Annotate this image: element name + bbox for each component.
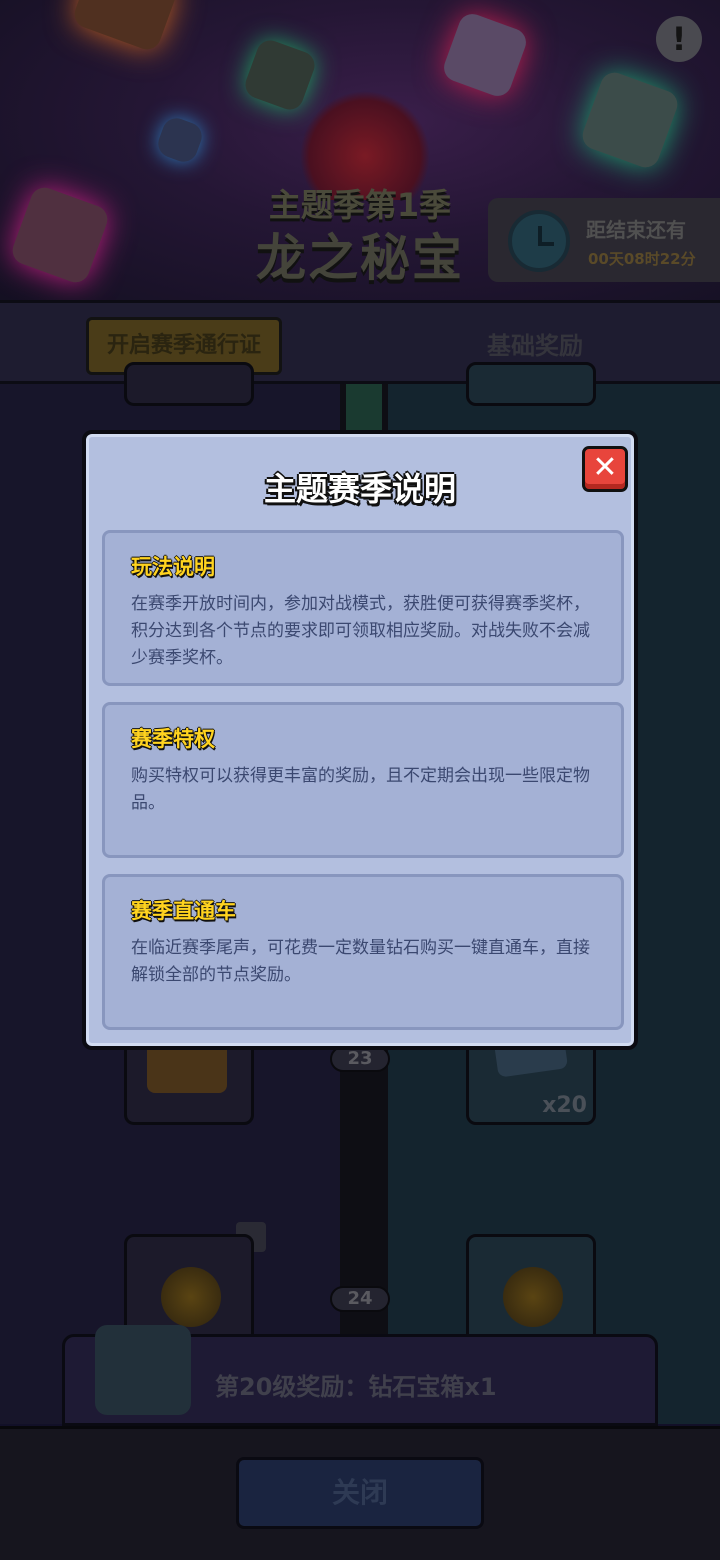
dialog-title: 主题赛季说明 — [263, 470, 456, 508]
season-timer: 距结束还有 00天08时22分 — [488, 198, 720, 282]
section-heading: 赛季直通车 — [131, 899, 236, 923]
close-button[interactable]: 关闭 — [236, 1457, 484, 1529]
section-heading: 赛季特权 — [131, 727, 215, 751]
season-banner: 主题季第1季 龙之秘宝 ! 距结束还有 00天08时22分 — [0, 0, 720, 300]
exclamation-icon[interactable]: ! — [656, 16, 702, 62]
express-section: 赛季直通车 在临近赛季尾声，可花费一定数量钻石购买一键直通车，直接解锁全部的节点… — [102, 874, 624, 1030]
diamond-chest-icon — [95, 1325, 191, 1415]
section-body: 在临近赛季尾声，可花费一定数量钻石购买一键直通车，直接解锁全部的节点奖励。 — [131, 938, 590, 985]
dice-decoration — [8, 183, 112, 287]
coins-icon — [161, 1267, 221, 1327]
reward-tabs: 开启赛季通行证 基础奖励 — [0, 300, 720, 384]
close-x-icon[interactable]: ✕ — [582, 446, 628, 492]
level-reward-text: 第20级奖励：钻石宝箱x1 — [215, 1373, 497, 1401]
gameplay-section: 玩法说明 在赛季开放时间内，参加对战模式，获胜便可获得赛季奖杯，积分达到各个节点… — [102, 530, 624, 686]
timer-value: 00天08时22分 — [588, 250, 696, 268]
gem-quantity: x20 — [542, 1093, 587, 1118]
bottom-bar: 关闭 — [0, 1426, 720, 1560]
dice-decoration — [440, 10, 530, 100]
coins-icon — [503, 1267, 563, 1327]
dice-decoration — [578, 68, 682, 172]
section-body: 购买特权可以获得更丰富的奖励，且不定期会出现一些限定物品。 — [131, 766, 590, 813]
reward-card[interactable] — [466, 362, 596, 406]
season-title: 龙之秘宝 — [256, 229, 464, 287]
dice-decoration — [70, 0, 180, 54]
section-body: 在赛季开放时间内，参加对战模式，获胜便可获得赛季奖杯，积分达到各个节点的要求即可… — [131, 594, 590, 668]
progress-track-fill — [346, 384, 382, 434]
reward-card[interactable] — [124, 362, 254, 406]
clock-icon — [508, 210, 570, 272]
privilege-section: 赛季特权 购买特权可以获得更丰富的奖励，且不定期会出现一些限定物品。 — [102, 702, 624, 858]
season-info-dialog: 主题赛季说明 ✕ 玩法说明 在赛季开放时间内，参加对战模式，获胜便可获得赛季奖杯… — [82, 430, 638, 1050]
level-reward-bar: 第20级奖励：钻石宝箱x1 — [62, 1325, 658, 1426]
section-heading: 玩法说明 — [131, 555, 215, 579]
dice-decoration — [154, 114, 206, 166]
level-badge: 24 — [330, 1286, 390, 1312]
timer-label: 距结束还有 — [586, 218, 686, 242]
